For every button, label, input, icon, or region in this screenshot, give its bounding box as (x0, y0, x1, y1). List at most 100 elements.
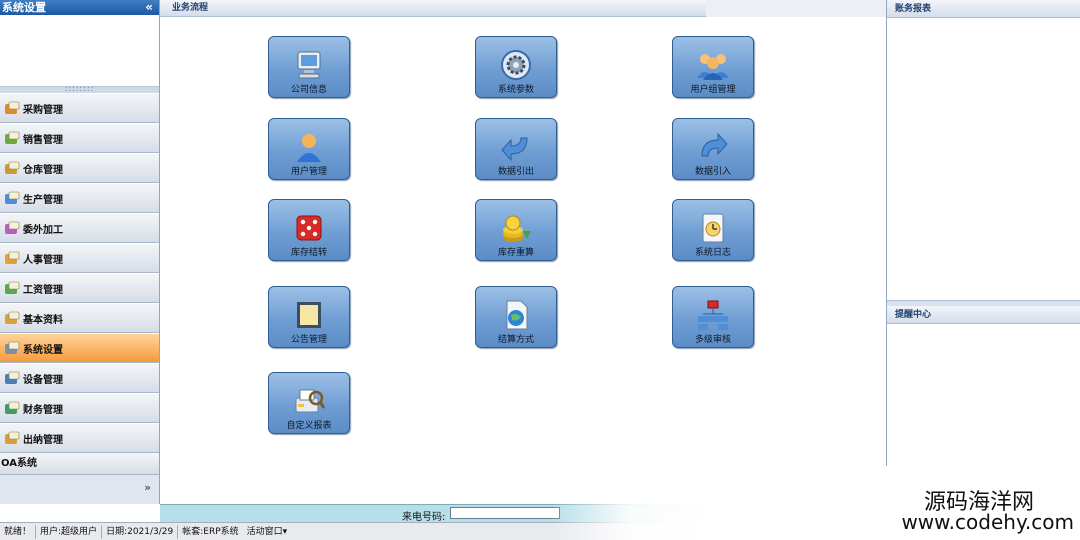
settings-gear-icon (498, 47, 534, 83)
function-tile-label: 公告管理 (290, 335, 327, 345)
sidebar-more-icon[interactable]: » (0, 475, 159, 501)
sidebar-item[interactable]: 人事管理 (0, 243, 159, 273)
sidebar: 系统设置 « :::::::: 采购管理 销售管理 仓库管理 生产管理 委外加工 人事管理… (0, 0, 160, 504)
reminder-panel-title: 提醒中心 (887, 306, 1080, 324)
purchase-icon (4, 101, 20, 115)
sidebar-item-label: 基本资料 (23, 314, 63, 326)
sidebar-title: 系统设置 (2, 1, 46, 14)
import-arrow-icon (695, 129, 731, 165)
active-window-menu[interactable]: 活动窗口▾ (243, 525, 292, 539)
coins-icon (498, 210, 534, 246)
function-tile-label: 用户组管理 (690, 85, 736, 95)
payroll-icon (4, 281, 20, 295)
cashier-icon (4, 431, 20, 445)
business-flow-panel: 业务流程 公司信息 系统参数 用户组管理用户管理 数据引出 数据引入库存结转 库存重算 系统… (160, 0, 886, 504)
notice-board-icon (291, 297, 327, 333)
right-panels: 账务报表 提醒中心 (886, 0, 1080, 504)
sidebar-tree-panel (0, 15, 159, 87)
user-icon (291, 129, 327, 165)
sidebar-item-label: 委外加工 (23, 224, 63, 236)
sidebar-item-label: 采购管理 (23, 104, 63, 116)
function-tile-label: 库存结转 (290, 248, 327, 258)
sidebar-item[interactable]: 仓库管理 (0, 153, 159, 183)
function-tile-button[interactable]: 用户组管理 (672, 36, 754, 98)
sidebar-header: 系统设置 « (0, 0, 159, 15)
sidebar-item[interactable]: 财务管理 (0, 393, 159, 423)
sales-icon (4, 131, 20, 145)
sidebar-menu: 采购管理销售管理仓库管理生产管理委外加工人事管理工资管理基本资料系统设置设备管理… (0, 93, 159, 453)
sidebar-item[interactable]: 生产管理 (0, 183, 159, 213)
function-tile-label: 数据引入 (694, 167, 731, 177)
warehouse-icon (4, 161, 20, 175)
watermark: 源码海洋网 www.codehy.com (550, 466, 1080, 540)
basic-data-icon (4, 311, 20, 325)
function-tile-button[interactable]: 系统参数 (475, 36, 557, 98)
status-account: 帐套:ERP系统 (182, 526, 239, 537)
log-clock-icon (695, 210, 731, 246)
sidebar-item-label: 系统设置 (23, 344, 63, 356)
equipment-icon (4, 371, 20, 385)
function-tile-button[interactable]: 结算方式 (475, 286, 557, 348)
sidebar-item[interactable]: 销售管理 (0, 123, 159, 153)
sidebar-item[interactable]: 设备管理 (0, 363, 159, 393)
settlement-globe-icon (498, 297, 534, 333)
sidebar-item-label: 生产管理 (23, 194, 63, 206)
collapse-sidebar-icon[interactable]: « (145, 0, 153, 15)
status-ready: 就绪！ (0, 524, 37, 539)
function-tile-button[interactable]: 库存重算 (475, 199, 557, 261)
report-panel-body (887, 18, 1080, 300)
function-tile-button[interactable]: 公告管理 (268, 286, 350, 348)
dice-icon (291, 210, 327, 246)
sidebar-item[interactable]: 出纳管理 (0, 423, 159, 453)
watermark-url: www.codehy.com (901, 510, 1074, 534)
function-tile-button[interactable]: 系统日志 (672, 199, 754, 261)
sidebar-item[interactable]: 基本资料 (0, 303, 159, 333)
function-tile-button[interactable]: 数据引出 (475, 118, 557, 180)
panel-title-bar: 业务流程 (160, 0, 886, 17)
function-tile-label: 公司信息 (290, 85, 327, 95)
sidebar-item[interactable]: 委外加工 (0, 213, 159, 243)
function-tile-label: 系统参数 (497, 85, 534, 95)
function-tile-button[interactable]: 库存结转 (268, 199, 350, 261)
function-tile-label: 库存重算 (497, 248, 534, 258)
hierarchy-icon (695, 297, 731, 333)
sidebar-item-label: 工资管理 (23, 284, 63, 296)
function-tile-label: 数据引出 (497, 167, 534, 177)
function-tile-button[interactable]: 自定义报表 (268, 372, 350, 434)
sidebar-item-oa[interactable]: OA系统 (0, 453, 159, 475)
erp-window: 系统设置 « :::::::: 采购管理 销售管理 仓库管理 生产管理 委外加工 人事管理… (0, 0, 1080, 540)
sidebar-item-label: 设备管理 (23, 374, 63, 386)
function-tile-label: 多级审核 (694, 335, 731, 345)
report-panel-title: 账务报表 (887, 0, 1080, 18)
function-tile-button[interactable]: 公司信息 (268, 36, 350, 98)
sidebar-item-label: 仓库管理 (23, 164, 63, 176)
system-settings-icon (4, 341, 20, 355)
status-date: 日期:2021/3/29 (102, 524, 179, 539)
function-tile-label: 自定义报表 (286, 421, 332, 431)
outsourcing-icon (4, 221, 20, 235)
sidebar-item-label: 财务管理 (23, 404, 63, 416)
sidebar-item[interactable]: 工资管理 (0, 273, 159, 303)
sidebar-item-label: 销售管理 (23, 134, 63, 146)
sidebar-item-label: 人事管理 (23, 254, 63, 266)
function-tile-button[interactable]: 数据引入 (672, 118, 754, 180)
function-tile-button[interactable]: 用户管理 (268, 118, 350, 180)
computer-icon (291, 47, 327, 83)
custom-report-icon (291, 383, 327, 419)
personnel-icon (4, 251, 20, 265)
title-bar-filler (706, 0, 886, 17)
function-tile-label: 用户管理 (290, 167, 327, 177)
caller-number-label: 来电号码: (402, 512, 446, 523)
export-arrow-icon (498, 129, 534, 165)
user-group-icon (695, 47, 731, 83)
sidebar-item-label: 出纳管理 (23, 434, 63, 446)
function-tile-button[interactable]: 多级审核 (672, 286, 754, 348)
caller-number-input[interactable] (450, 507, 560, 519)
finance-icon (4, 401, 20, 415)
sidebar-item[interactable]: 采购管理 (0, 93, 159, 123)
function-tile-label: 系统日志 (694, 248, 731, 258)
panel-title: 业务流程 (172, 3, 209, 13)
function-tile-label: 结算方式 (497, 335, 534, 345)
status-user: 用户:超级用户 (36, 524, 103, 539)
sidebar-item[interactable]: 系统设置 (0, 333, 159, 363)
